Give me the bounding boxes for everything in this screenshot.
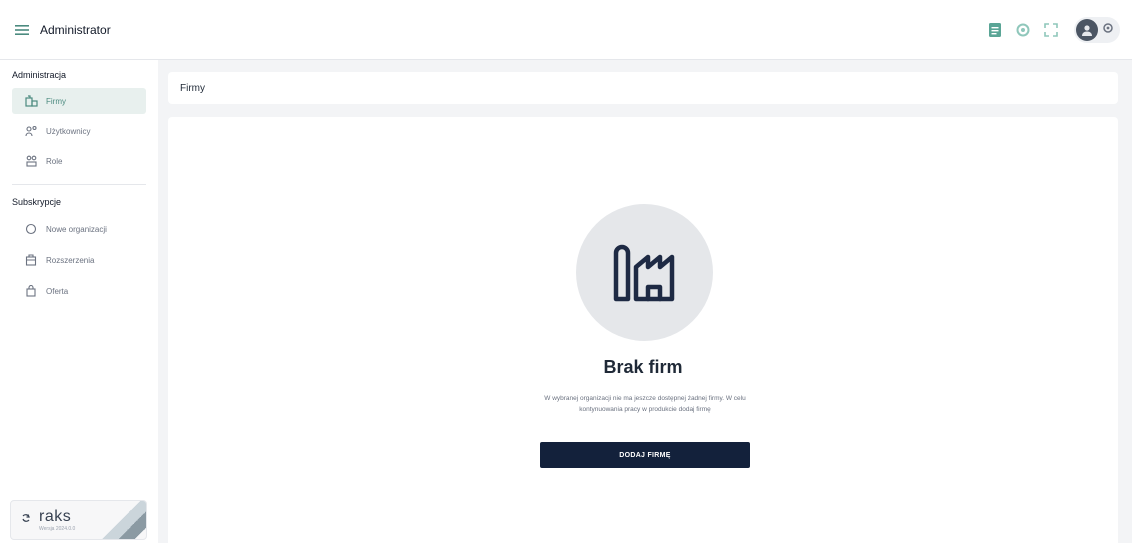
section-label-subskrypcje: Subskrypcje bbox=[12, 197, 62, 207]
sidebar-item-oferta[interactable]: Oferta bbox=[12, 278, 146, 304]
topbar-actions bbox=[986, 16, 1120, 43]
sidebar-item-label: Rozszerzenia bbox=[46, 255, 95, 265]
brand-version: Wersja 2024.0.0 bbox=[39, 526, 76, 532]
sidebar-item-label: Role bbox=[46, 156, 63, 166]
avatar bbox=[1076, 18, 1098, 41]
document-icon[interactable] bbox=[986, 21, 1004, 39]
sidebar: Administracja Firmy Użytkownicy Role Sub… bbox=[0, 60, 158, 543]
sidebar-item-label: Firmy bbox=[46, 96, 66, 106]
package-icon bbox=[24, 253, 38, 267]
factory-icon bbox=[576, 204, 713, 341]
content-panel: Brak firm W wybranej organizacji nie ma … bbox=[168, 117, 1118, 543]
sidebar-item-firmy[interactable]: Firmy bbox=[12, 88, 146, 114]
brand-card[interactable]: raks Wersja 2024.0.0 bbox=[10, 500, 147, 540]
hamburger-menu-icon[interactable] bbox=[12, 20, 32, 40]
page-title: Firmy bbox=[180, 82, 205, 94]
fullscreen-icon[interactable] bbox=[1042, 21, 1060, 39]
brand-name: raks bbox=[39, 508, 72, 525]
brand-logo: raks Wersja 2024.0.0 bbox=[39, 508, 75, 532]
sidebar-item-rozszerzenia[interactable]: Rozszerzenia bbox=[12, 247, 146, 273]
brand-stripe bbox=[102, 501, 146, 539]
sidebar-divider bbox=[12, 184, 146, 185]
sidebar-item-label: Użytkownicy bbox=[46, 126, 91, 136]
roles-icon bbox=[24, 154, 38, 168]
empty-state-description: W wybranej organizacji nie ma jeszcze do… bbox=[544, 395, 746, 413]
empty-state-title: Brak firm bbox=[603, 357, 683, 377]
refresh-icon bbox=[21, 511, 31, 529]
sidebar-item-label: Nowe organizacji bbox=[46, 224, 107, 234]
sidebar-item-label: Oferta bbox=[46, 286, 69, 296]
add-company-button[interactable]: DODAJ FIRMĘ bbox=[540, 442, 750, 468]
buildings-icon bbox=[24, 94, 38, 108]
settings-gear-icon[interactable] bbox=[1014, 21, 1032, 39]
section-label-administracja: Administracja bbox=[12, 70, 67, 80]
app-title: Administrator bbox=[40, 22, 111, 37]
circle-icon bbox=[24, 222, 38, 236]
settings-icon bbox=[1102, 21, 1114, 39]
users-icon bbox=[24, 124, 38, 138]
page-header: Firmy bbox=[168, 72, 1118, 104]
user-menu[interactable] bbox=[1074, 16, 1120, 43]
bag-icon bbox=[24, 284, 38, 298]
sidebar-item-uzytkownicy[interactable]: Użytkownicy bbox=[12, 118, 146, 144]
sidebar-item-nowe-organizacji[interactable]: Nowe organizacji bbox=[12, 216, 146, 242]
sidebar-item-role[interactable]: Role bbox=[12, 148, 146, 174]
top-bar: Administrator bbox=[0, 0, 1132, 60]
